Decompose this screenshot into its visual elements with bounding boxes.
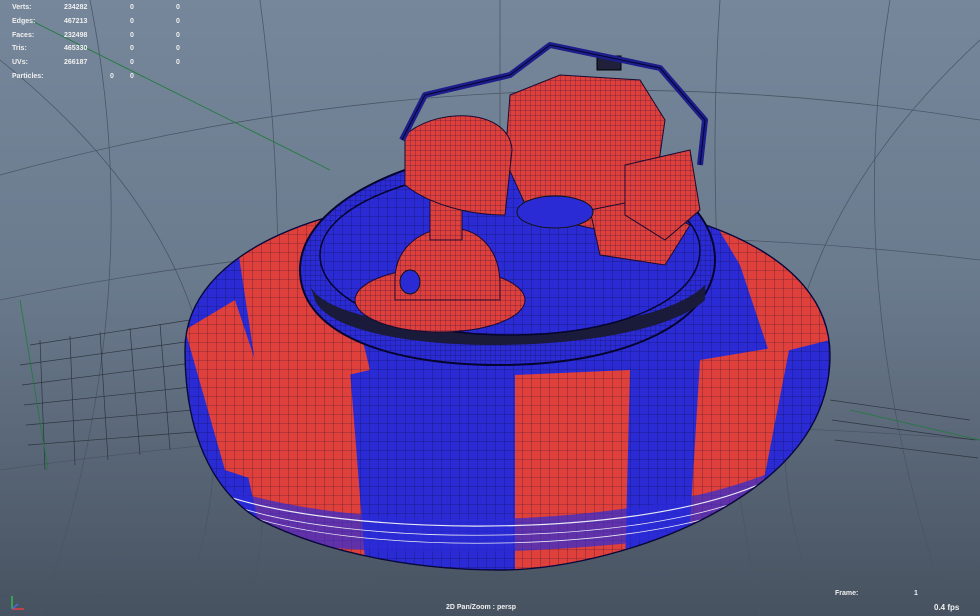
stat-row-uvs: UVs: 266187 0 0: [12, 58, 197, 68]
stat-value: 467213: [64, 18, 88, 25]
camera-label: 2D Pan/Zoom : persp: [446, 604, 517, 611]
stat-value: 465330: [64, 45, 88, 52]
frame-value: 1: [914, 590, 918, 597]
stat-label: UVs:: [12, 59, 28, 66]
stat-label: Particles:: [12, 73, 44, 80]
stat-value: 0: [130, 18, 134, 25]
stat-value: 0: [130, 32, 134, 39]
stat-value: 0: [130, 73, 134, 80]
stat-value: 234282: [64, 4, 88, 11]
stat-value: 0: [130, 59, 134, 66]
axis-line-green: [29, 19, 331, 171]
stat-row-edges: Edges: 467213 0 0: [12, 17, 197, 27]
stat-row-particles: Particles: 0 0: [12, 72, 197, 82]
fps-readout: 0.4 fps: [934, 603, 960, 612]
stat-value: 0: [130, 45, 134, 52]
stat-value: 0: [176, 32, 180, 39]
viewport[interactable]: Verts: 234282 0 0 Edges: 467213 0 0 Face…: [0, 0, 980, 616]
stat-value: 0: [110, 73, 114, 80]
frame-label: Frame:: [835, 590, 859, 597]
stat-value: 0: [176, 45, 180, 52]
xyz-axis-icon: [11, 596, 24, 610]
3d-scene[interactable]: [0, 0, 980, 616]
stat-value: 266187: [64, 59, 88, 66]
stat-label: Faces:: [12, 32, 35, 39]
stat-value: 0: [176, 18, 180, 25]
stat-label: Verts:: [12, 4, 32, 11]
stat-row-faces: Faces: 232498 0 0: [12, 31, 197, 41]
stat-value: 0: [130, 4, 134, 11]
stat-label: Edges:: [12, 18, 36, 25]
stat-row-verts: Verts: 234282 0 0: [12, 3, 197, 13]
stat-value: 232498: [64, 32, 88, 39]
stat-value: 0: [176, 59, 180, 66]
stat-row-tris: Tris: 465330 0 0: [12, 44, 197, 54]
stat-label: Tris:: [12, 45, 27, 52]
stat-value: 0: [176, 4, 180, 11]
